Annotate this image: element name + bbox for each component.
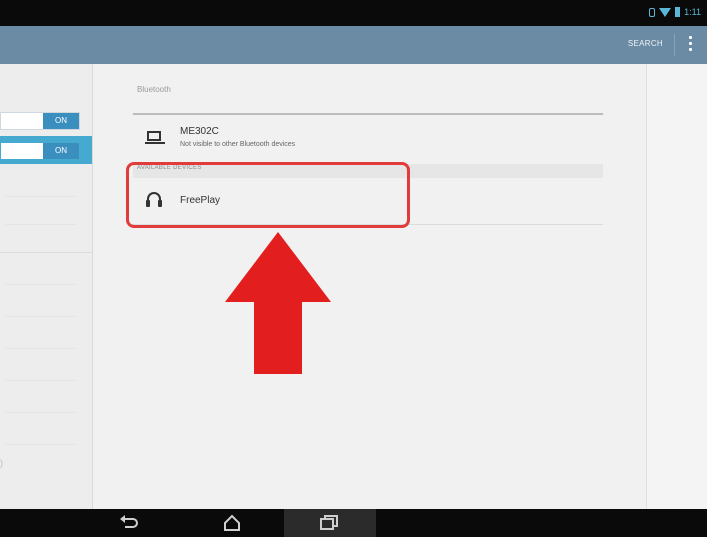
- bluetooth-status-icon: [649, 7, 656, 17]
- section-title: Bluetooth: [137, 85, 171, 94]
- settings-divider: [6, 444, 76, 445]
- bluetooth-panel: Bluetooth ME302C Not visible to other Bl…: [93, 64, 646, 509]
- recent-apps-icon[interactable]: [318, 514, 340, 532]
- bluetooth-toggle[interactable]: ON: [0, 142, 80, 160]
- settings-divider: [6, 284, 76, 285]
- laptop-icon: [145, 131, 165, 147]
- bluetooth-toggle-label: ON: [43, 143, 79, 159]
- action-divider: [674, 34, 675, 56]
- overflow-menu-icon[interactable]: [689, 36, 693, 54]
- bluetooth-settings-row[interactable]: ON: [0, 136, 92, 164]
- settings-divider: [6, 380, 76, 381]
- settings-list-panel: ON ON ): [0, 64, 93, 509]
- device-visibility-text: Not visible to other Bluetooth devices: [180, 141, 296, 148]
- wifi-toggle-label: ON: [43, 113, 79, 129]
- wifi-settings-row[interactable]: ON: [0, 106, 92, 134]
- wifi-icon: [659, 7, 672, 17]
- status-icons: 1:11: [649, 7, 701, 17]
- wifi-toggle[interactable]: ON: [0, 112, 80, 130]
- settings-divider: [6, 316, 76, 317]
- settings-divider: [6, 224, 76, 225]
- settings-divider: [0, 252, 92, 253]
- settings-partial-text: ): [0, 458, 3, 468]
- device-name: ME302C: [180, 126, 219, 137]
- battery-icon: [675, 7, 681, 17]
- settings-divider: [6, 196, 76, 197]
- right-margin-panel: [646, 64, 707, 509]
- red-arrow-icon: [225, 232, 331, 374]
- back-icon[interactable]: [118, 514, 140, 532]
- navigation-bar: [0, 509, 707, 537]
- search-button[interactable]: SEARCH: [628, 39, 663, 48]
- home-icon[interactable]: [221, 514, 243, 532]
- settings-divider: [6, 412, 76, 413]
- settings-divider: [6, 348, 76, 349]
- title-divider: [133, 113, 603, 115]
- highlight-box: [126, 162, 410, 228]
- action-bar: SEARCH: [0, 26, 707, 64]
- status-time: 1:11: [684, 7, 701, 17]
- paired-device-row[interactable]: ME302C Not visible to other Bluetooth de…: [133, 120, 603, 160]
- status-bar: 1:11: [0, 0, 707, 26]
